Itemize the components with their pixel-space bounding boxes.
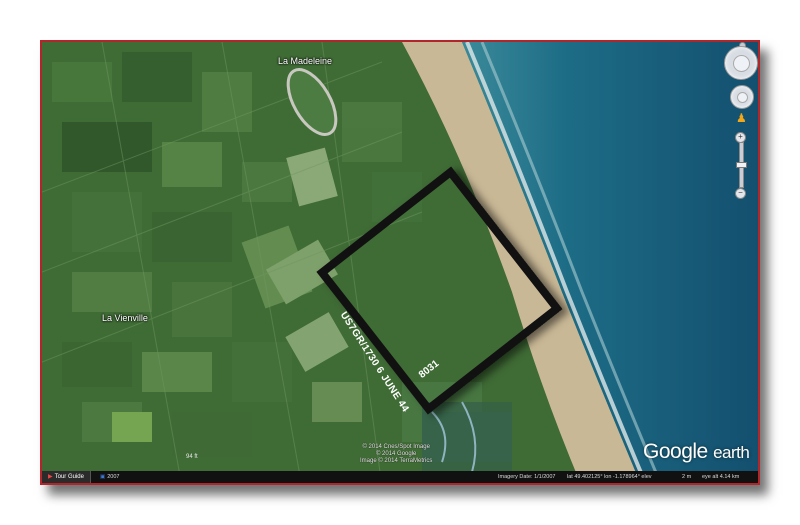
navigation-controls: ♟ + − bbox=[722, 42, 758, 202]
place-label-la-vienville: La Vienville bbox=[102, 313, 148, 323]
move-joystick-icon[interactable] bbox=[730, 85, 754, 109]
look-joystick-center[interactable] bbox=[733, 55, 750, 72]
move-joystick-center[interactable] bbox=[737, 92, 748, 103]
map-viewport[interactable]: La Madeleine La Vienville US7GR/1730 6 J… bbox=[40, 40, 760, 485]
copyright-line: Image © 2014 TerraMetrics bbox=[360, 458, 433, 464]
history-year: 2007 bbox=[107, 474, 120, 480]
coordinates-readout: lat 49.402125° lon -1.178964° elev bbox=[567, 474, 652, 480]
look-joystick-icon[interactable] bbox=[724, 46, 758, 80]
copyright-line: © 2014 Google bbox=[375, 451, 417, 457]
brand-google: Google bbox=[643, 440, 708, 463]
zoom-in-icon[interactable]: + bbox=[735, 132, 746, 143]
elevation-readout: 2 m bbox=[682, 474, 692, 480]
brand-earth: earth bbox=[713, 443, 750, 462]
scale-label: 94 ft bbox=[186, 454, 198, 460]
tour-guide-icon: ▶ bbox=[48, 474, 53, 480]
zoom-slider-handle[interactable] bbox=[736, 162, 747, 168]
tour-guide-label: Tour Guide bbox=[54, 474, 84, 480]
zoom-out-icon[interactable]: − bbox=[735, 188, 746, 199]
imagery-copyright: © 2014 Cnes/Spot Image © 2014 Google Ima… bbox=[360, 444, 432, 465]
status-bar: ▶ Tour Guide ▣ 2007 Imagery Date: 1/1/2007… bbox=[42, 471, 758, 483]
place-label-la-madeleine: La Madeleine bbox=[278, 56, 333, 66]
historical-imagery-button[interactable]: ▣ 2007 bbox=[100, 471, 119, 483]
google-earth-logo: Google earth bbox=[643, 440, 750, 464]
copyright-line: © 2014 Cnes/Spot Image bbox=[362, 444, 430, 450]
street-view-pegman-icon[interactable]: ♟ bbox=[736, 111, 747, 125]
imagery-date: Imagery Date: 1/1/2007 bbox=[498, 474, 556, 480]
eye-altitude-readout: eye alt 4.14 km bbox=[702, 474, 740, 480]
calendar-icon: ▣ bbox=[100, 474, 106, 480]
tour-guide-button[interactable]: ▶ Tour Guide bbox=[42, 471, 91, 483]
